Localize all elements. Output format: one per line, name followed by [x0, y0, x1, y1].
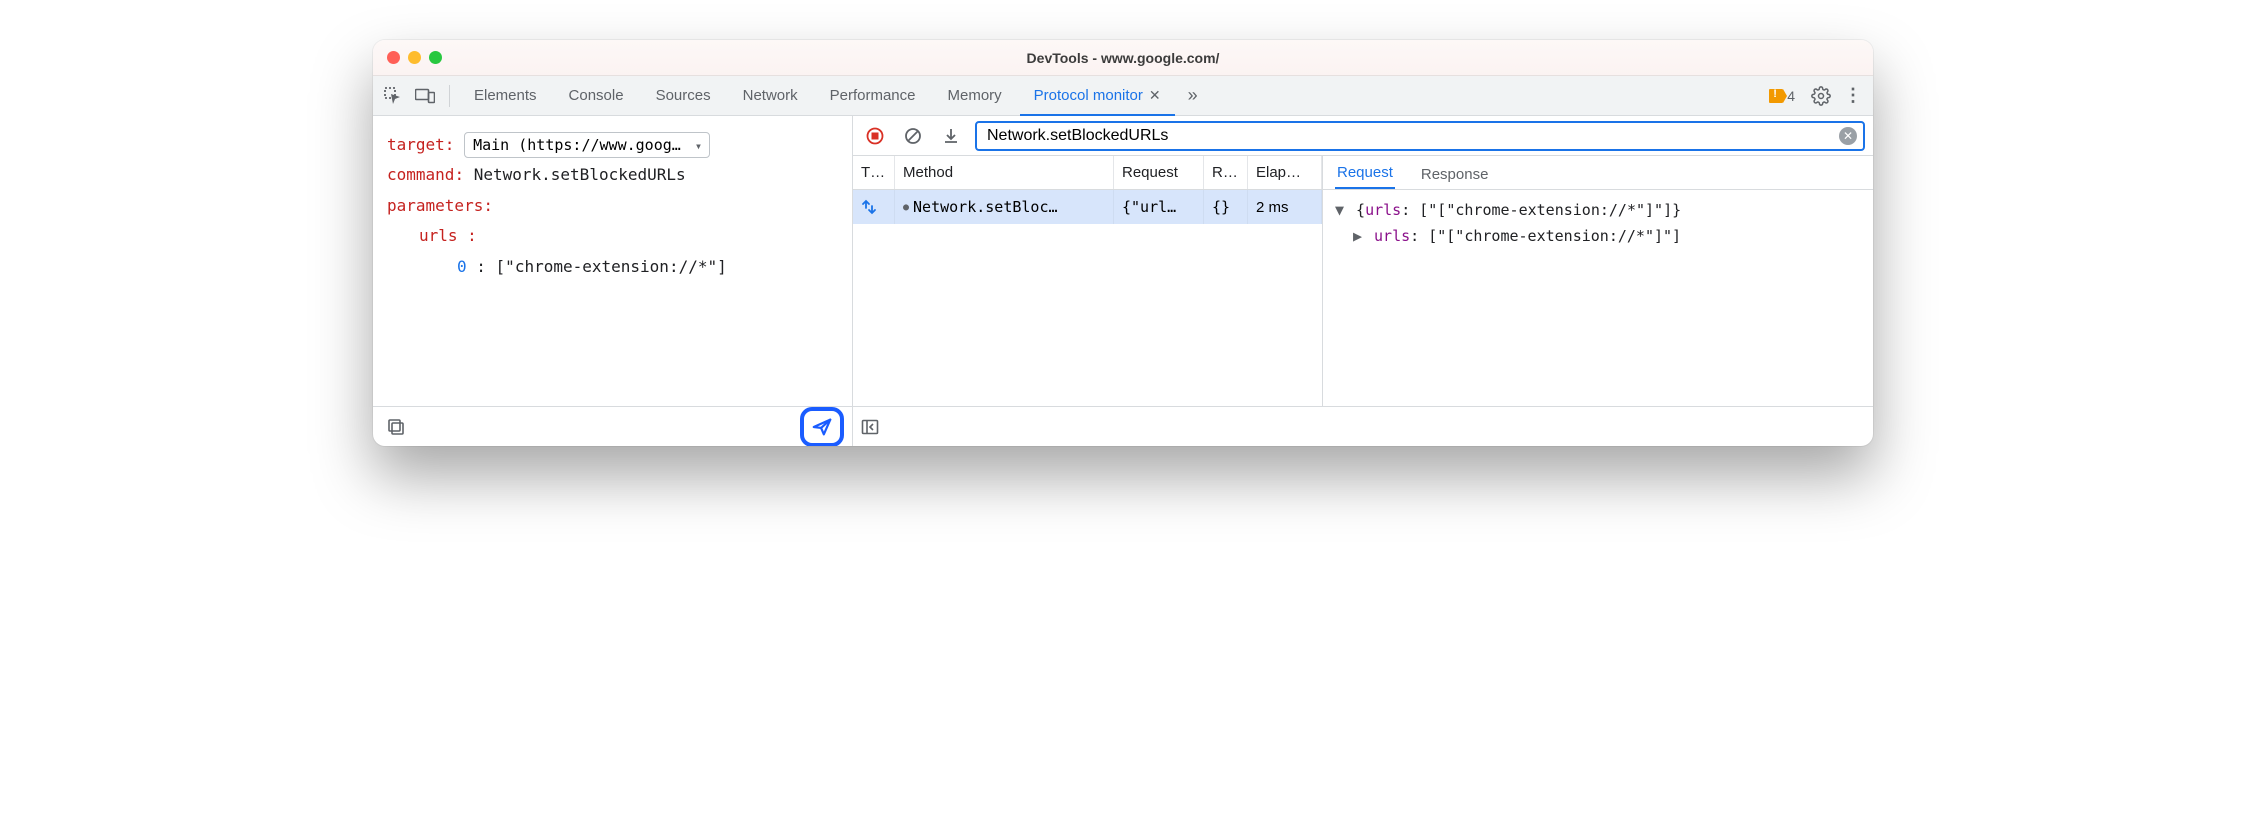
caret-down-icon[interactable]: ▼: [1335, 198, 1347, 224]
col-type[interactable]: T…: [853, 156, 895, 189]
detail-tab-response[interactable]: Response: [1419, 160, 1491, 189]
window-controls: [387, 51, 442, 64]
editor-footer: [373, 406, 852, 446]
command-editor: target: Main (https://www.goog… command:…: [373, 116, 852, 406]
detail-tab-request[interactable]: Request: [1335, 158, 1395, 189]
inspect-element-icon[interactable]: [379, 82, 407, 110]
tree-prop: urls: [1365, 201, 1401, 219]
tab-memory[interactable]: Memory: [934, 76, 1016, 115]
device-toolbar-icon[interactable]: [411, 82, 439, 110]
tree-prop: urls: [1374, 227, 1410, 245]
row-type-icon: [853, 190, 895, 224]
detail-pane: Request Response ▼ {urls: ["["chrome-ext…: [1323, 156, 1873, 406]
editor-row-command: command: Network.setBlockedURLs: [387, 160, 838, 190]
table-header: T… Method Request R… Elap…: [853, 156, 1322, 190]
close-tab-icon[interactable]: ✕: [1149, 87, 1161, 104]
tab-elements[interactable]: Elements: [460, 76, 551, 115]
protocol-log-pane: ✕ T… Method Request R… Elap…: [853, 116, 1873, 446]
download-icon[interactable]: [937, 122, 965, 150]
clear-log-icon[interactable]: [899, 122, 927, 150]
send-command-button[interactable]: [800, 407, 844, 447]
row-elapsed: 2 ms: [1248, 190, 1322, 224]
tab-performance[interactable]: Performance: [816, 76, 930, 115]
col-method[interactable]: Method: [895, 156, 1114, 189]
log-toolbar: ✕: [853, 116, 1873, 156]
row-request: {"url…: [1114, 190, 1204, 224]
tab-label: Protocol monitor: [1034, 87, 1143, 104]
tab-label: Performance: [830, 87, 916, 104]
titlebar: DevTools - www.google.com/: [373, 40, 1873, 76]
editor-row-param-name: urls :: [387, 221, 838, 251]
tab-label: Elements: [474, 87, 537, 104]
tree-row[interactable]: ▼ {urls: ["["chrome-extension://*"]"]}: [1335, 198, 1861, 224]
row-response: {}: [1204, 190, 1248, 224]
log-body: T… Method Request R… Elap… ●Network.setB…: [853, 156, 1873, 406]
caret-right-icon[interactable]: ▶: [1353, 224, 1365, 250]
tab-network[interactable]: Network: [729, 76, 812, 115]
devtools-window: DevTools - www.google.com/ Elements Cons…: [373, 40, 1873, 446]
tree-row[interactable]: ▶ urls: ["["chrome-extension://*"]"]: [1335, 224, 1861, 250]
more-tabs-icon[interactable]: »: [1179, 82, 1207, 110]
detail-tabs: Request Response: [1323, 156, 1873, 190]
target-label: target: [387, 135, 445, 154]
log-footer: [853, 406, 1873, 446]
tab-label: Network: [743, 87, 798, 104]
tab-protocol-monitor[interactable]: Protocol monitor ✕: [1020, 77, 1175, 116]
tree-value: ["["chrome-extension://*"]"]: [1428, 227, 1681, 245]
kebab-menu-icon[interactable]: ⋮: [1839, 82, 1867, 110]
tab-console[interactable]: Console: [555, 76, 638, 115]
tab-label: Console: [569, 87, 624, 104]
col-response[interactable]: R…: [1204, 156, 1248, 189]
filter-input[interactable]: [987, 127, 1839, 145]
record-button[interactable]: [861, 122, 889, 150]
parameters-label: parameters: [387, 196, 483, 215]
close-window-button[interactable]: [387, 51, 400, 64]
filter-box[interactable]: ✕: [975, 121, 1865, 151]
warning-flag-icon: !: [1769, 89, 1783, 103]
param-value: ["chrome-extension://*"]: [496, 257, 727, 276]
copy-icon[interactable]: [381, 412, 411, 442]
command-label: command: [387, 165, 454, 184]
tab-label: Sources: [656, 87, 711, 104]
main-tabbar: Elements Console Sources Network Perform…: [373, 76, 1873, 116]
warning-count: 4: [1787, 88, 1795, 104]
maximize-window-button[interactable]: [429, 51, 442, 64]
table-empty-area: [853, 224, 1322, 406]
table-row[interactable]: ●Network.setBloc… {"url… {} 2 ms: [853, 190, 1322, 224]
collapse-sidebar-icon[interactable]: [861, 418, 879, 436]
editor-row-param-item[interactable]: 0 : ["chrome-extension://*"]: [387, 252, 838, 282]
minimize-window-button[interactable]: [408, 51, 421, 64]
param-name: urls: [419, 226, 458, 245]
tab-label: Memory: [948, 87, 1002, 104]
col-elapsed[interactable]: Elap…: [1248, 156, 1322, 189]
log-table: T… Method Request R… Elap… ●Network.setB…: [853, 156, 1323, 406]
tab-sources[interactable]: Sources: [642, 76, 725, 115]
warnings-badge[interactable]: ! 4: [1761, 88, 1803, 104]
row-method: Network.setBloc…: [913, 198, 1058, 216]
param-index: 0: [457, 257, 467, 276]
clear-filter-icon[interactable]: ✕: [1839, 127, 1857, 145]
separator: [449, 85, 450, 107]
target-select[interactable]: Main (https://www.goog…: [464, 132, 710, 158]
command-editor-pane: target: Main (https://www.goog… command:…: [373, 116, 853, 446]
col-request[interactable]: Request: [1114, 156, 1204, 189]
window-title: DevTools - www.google.com/: [373, 50, 1873, 66]
protocol-monitor-content: target: Main (https://www.goog… command:…: [373, 116, 1873, 446]
command-value[interactable]: Network.setBlockedURLs: [474, 165, 686, 184]
editor-row-target: target: Main (https://www.goog…: [387, 130, 838, 160]
detail-tree: ▼ {urls: ["["chrome-extension://*"]"]} ▶…: [1323, 190, 1873, 257]
editor-row-parameters: parameters:: [387, 191, 838, 221]
settings-icon[interactable]: [1807, 82, 1835, 110]
